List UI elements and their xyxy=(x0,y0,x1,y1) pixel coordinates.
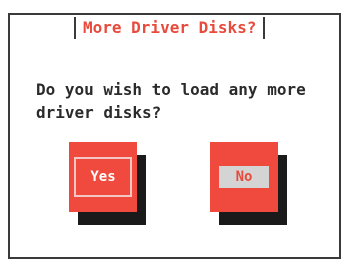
dialog-message: Do you wish to load any more driver disk… xyxy=(36,80,306,122)
no-button-label: No xyxy=(219,166,269,188)
no-button-group: No xyxy=(210,142,287,225)
yes-button-label: Yes xyxy=(74,157,132,197)
yes-button[interactable]: Yes xyxy=(69,142,137,212)
driver-disks-dialog: More Driver Disks? Do you wish to load a… xyxy=(8,13,341,259)
dialog-title: More Driver Disks? xyxy=(83,18,257,37)
no-button[interactable]: No xyxy=(210,142,278,212)
dialog-title-bar: More Driver Disks? xyxy=(74,15,266,41)
title-right-tick xyxy=(263,17,266,39)
yes-button-group: Yes xyxy=(69,142,146,225)
